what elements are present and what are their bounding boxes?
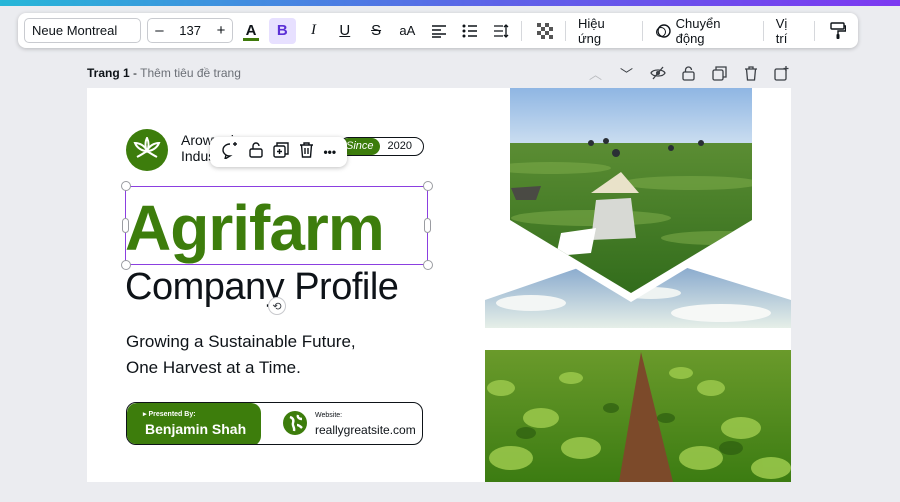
chevron-up-icon[interactable]: ︿ (585, 64, 606, 82)
bold-button[interactable]: B (268, 17, 296, 44)
rotate-handle-icon[interactable]: ⟲ (268, 297, 286, 315)
font-family-select[interactable]: Neue Montreal (24, 18, 142, 43)
subtitle-text[interactable]: Company Profile (125, 266, 399, 309)
duplicate-icon[interactable] (272, 142, 289, 162)
strikethrough-button[interactable]: S (362, 18, 389, 44)
presenter-card[interactable]: ▸ Presented By: Benjamin Shah Website: r… (126, 402, 423, 445)
toolbar-divider (642, 20, 644, 41)
align-left-icon[interactable] (425, 18, 452, 44)
underline-button[interactable]: U (331, 18, 358, 44)
since-badge[interactable]: Since 2020 (339, 137, 424, 156)
comment-icon[interactable] (221, 141, 239, 163)
since-year: 2020 (387, 140, 413, 152)
effects-button[interactable]: Hiệu ứng (572, 16, 636, 46)
globe-icon (283, 411, 307, 435)
page-label: Trang 1 (87, 66, 130, 80)
position-button[interactable]: Vị trí (770, 16, 808, 46)
bulleted-list-icon[interactable] (456, 18, 483, 44)
resize-handle-top-left[interactable] (121, 181, 131, 191)
photo-collage[interactable] (471, 88, 791, 482)
lock-page-icon[interactable] (678, 64, 699, 82)
lock-icon[interactable] (249, 142, 263, 162)
top-gradient-bar (0, 0, 900, 6)
add-page-icon[interactable] (771, 64, 792, 82)
trash-icon[interactable] (299, 142, 314, 162)
tagline-text[interactable]: Growing a Sustainable Future, One Harves… (126, 329, 356, 381)
letter-case-button[interactable]: aA (394, 18, 421, 44)
toolbar-divider (565, 20, 566, 41)
tea-plantation-photo (510, 88, 752, 293)
chevron-down-icon[interactable]: ﹀ (616, 64, 637, 82)
duplicate-page-icon[interactable] (709, 64, 730, 82)
design-canvas[interactable]: Arowwai Industries Since 2020 ••• Agrifa… (87, 88, 791, 482)
text-color-button[interactable]: A (237, 18, 264, 44)
presenter-block: ▸ Presented By: Benjamin Shah (127, 403, 261, 444)
increase-font-size-button[interactable]: + (217, 22, 226, 39)
copy-style-icon[interactable] (825, 18, 852, 44)
page-header[interactable]: Trang 1 - Thêm tiêu đề trang (87, 66, 241, 80)
animate-icon (656, 23, 671, 38)
website-label: Website: (315, 412, 343, 419)
toolbar-divider (813, 20, 815, 41)
animate-label: Chuyển động (675, 15, 721, 46)
selection-box (125, 186, 428, 265)
more-options-icon[interactable]: ••• (323, 145, 336, 159)
tagline-line-2: One Harvest at a Time. (126, 358, 301, 377)
element-context-menu: ••• (210, 137, 347, 167)
animate-button[interactable]: Chuyển động (649, 16, 757, 46)
presenter-name: Benjamin Shah (145, 421, 247, 437)
page-title-input[interactable]: Thêm tiêu đề trang (140, 66, 241, 80)
decrease-font-size-button[interactable]: – (155, 22, 163, 39)
hide-page-icon[interactable] (647, 64, 668, 82)
resize-handle-right[interactable] (424, 218, 431, 233)
font-size-value[interactable]: 137 (179, 23, 201, 38)
line-spacing-icon[interactable] (488, 18, 515, 44)
transparency-icon[interactable] (532, 18, 559, 44)
website-url: reallygreatsite.com (315, 423, 416, 437)
toolbar-divider (520, 20, 522, 41)
page-actions: ︿ ﹀ (585, 64, 792, 82)
resize-handle-bottom-right[interactable] (423, 260, 433, 270)
italic-button[interactable]: I (300, 18, 327, 44)
font-size-stepper[interactable]: – 137 + (147, 18, 234, 43)
delete-page-icon[interactable] (740, 64, 761, 82)
presented-by-label: ▸ Presented By: (143, 411, 196, 418)
text-toolbar: Neue Montreal – 137 + A B I U S aA Hiệu … (18, 13, 858, 48)
company-logo[interactable] (126, 129, 168, 171)
resize-handle-top-right[interactable] (423, 181, 433, 191)
toolbar-divider (762, 20, 764, 41)
resize-handle-left[interactable] (122, 218, 129, 233)
tagline-line-1: Growing a Sustainable Future, (126, 332, 356, 351)
